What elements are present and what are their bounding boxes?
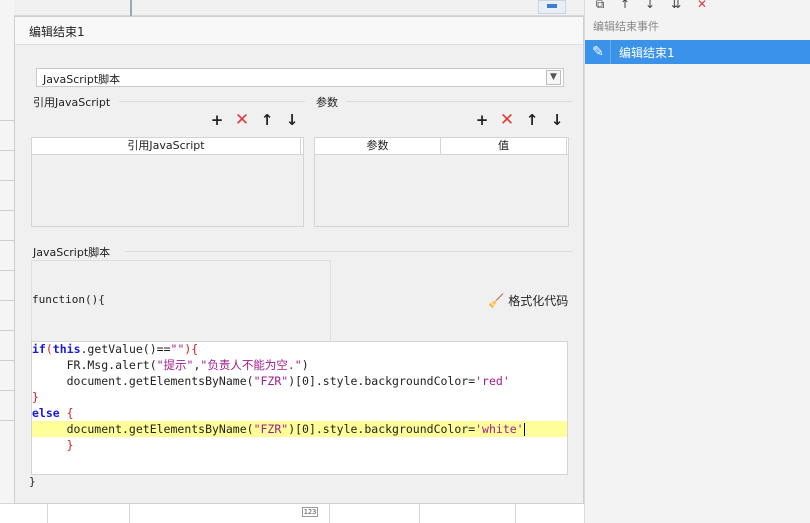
delete-x-icon[interactable]: ✕ [234, 112, 250, 129]
row-line [0, 390, 14, 391]
row-line [0, 420, 14, 421]
delete-x-icon[interactable]: ✕ [499, 112, 515, 129]
code-line: else { [32, 406, 74, 420]
sheet-cell[interactable] [330, 504, 420, 523]
ref-js-table[interactable]: 引用JavaScript [31, 137, 304, 227]
event-panel-title: 编辑结束事件 [593, 20, 659, 33]
format-code-label: 格式化代码 [508, 294, 569, 308]
code-line: } [32, 390, 39, 404]
params-table[interactable]: 参数 值 [314, 137, 569, 227]
sheet-cell[interactable] [48, 504, 130, 523]
row-line [0, 240, 14, 241]
code-line: document.getElementsByName("FZR")[0].sty… [32, 374, 510, 388]
plus-icon[interactable]: + [474, 112, 490, 128]
function-open: function(){ [32, 293, 105, 306]
section-divider [119, 101, 305, 102]
code-line: FR.Msg.alert("提示","负责人不能为空.") [32, 358, 309, 372]
event-item-label: 编辑结束1 [619, 46, 675, 60]
plus-icon[interactable]: + [209, 112, 225, 128]
sheet-bottom-row [0, 503, 584, 523]
script-section-label: JavaScript脚本 [33, 246, 111, 259]
row-line [0, 360, 14, 361]
section-divider [346, 101, 572, 102]
event-item-selected[interactable]: ✎ 编辑结束1 [585, 40, 810, 64]
script-type-value: JavaScript脚本 [43, 73, 121, 86]
row-line [0, 300, 14, 301]
row-line [0, 150, 14, 151]
arrow-down-icon[interactable]: ↓ [643, 0, 657, 10]
code-editor[interactable]: if(this.getValue()==""){ FR.Msg.alert("提… [31, 341, 568, 475]
row-line [0, 210, 14, 211]
sheet-cell[interactable] [420, 504, 516, 523]
row-header-strip [0, 0, 14, 523]
params-section-label: 参数 [316, 96, 338, 109]
arrow-down-icon[interactable]: ↓ [549, 112, 565, 128]
column-header[interactable]: 引用JavaScript [32, 138, 301, 155]
broom-icon: 🧹 [488, 294, 505, 309]
dialog-titlebar: 编辑结束1 [15, 17, 583, 45]
column-header-param[interactable]: 参数 [315, 138, 441, 155]
arrow-up-icon[interactable]: ↑ [524, 112, 540, 128]
format-code-button[interactable]: 🧹 格式化代码 [488, 292, 568, 309]
chevron-down-icon[interactable]: ▼ [546, 70, 561, 85]
table-header: 参数 值 [315, 138, 568, 155]
sheet-cell[interactable] [130, 504, 330, 523]
ref-js-section-label: 引用JavaScript [33, 96, 111, 109]
text-cursor [523, 423, 525, 436]
sheet-cell[interactable] [0, 504, 48, 523]
delete-x-icon[interactable]: ✕ [695, 0, 709, 10]
column-divider [130, 0, 132, 16]
event-panel: ⧉ ↑ ↓ ⇊ ✕ 编辑结束事件 ✎ 编辑结束1 [584, 0, 810, 523]
row-line [0, 330, 14, 331]
dialog-title: 编辑结束1 [29, 25, 85, 39]
row-line [0, 180, 14, 181]
row-line [0, 270, 14, 271]
divider [610, 40, 611, 64]
script-type-select[interactable]: JavaScript脚本 ▼ [36, 68, 564, 87]
row-line [0, 120, 14, 121]
params-toolbar: + ✕ ↑ ↓ [474, 112, 574, 129]
arrow-up-icon[interactable]: ↑ [618, 0, 632, 10]
number-format-badge: 123 [302, 507, 318, 517]
arrow-down-icon[interactable]: ↓ [284, 112, 300, 128]
code-line-current: document.getElementsByName("FZR")[0].sty… [32, 421, 567, 437]
arrow-up-icon[interactable]: ↑ [259, 112, 275, 128]
event-toolbar: ⧉ ↑ ↓ ⇊ ✕ [585, 0, 810, 12]
ref-js-toolbar: + ✕ ↑ ↓ [209, 112, 309, 129]
function-close: } [29, 475, 36, 488]
pencil-icon: ✎ [592, 44, 604, 60]
edit-event-dialog: 编辑结束1 JavaScript脚本 ▼ 引用JavaScript + ✕ ↑ … [14, 16, 584, 504]
code-line: } [32, 438, 74, 452]
table-header: 引用JavaScript [32, 138, 303, 155]
section-divider [125, 251, 573, 252]
code-line: if(this.getValue()==""){ [32, 342, 199, 356]
column-header-value[interactable]: 值 [441, 138, 567, 155]
sheet-toolbar-button[interactable] [538, 0, 566, 14]
copy-icon[interactable]: ⧉ [593, 0, 607, 10]
sheet-top-strip [14, 0, 584, 16]
sort-down-icon[interactable]: ⇊ [669, 0, 683, 10]
